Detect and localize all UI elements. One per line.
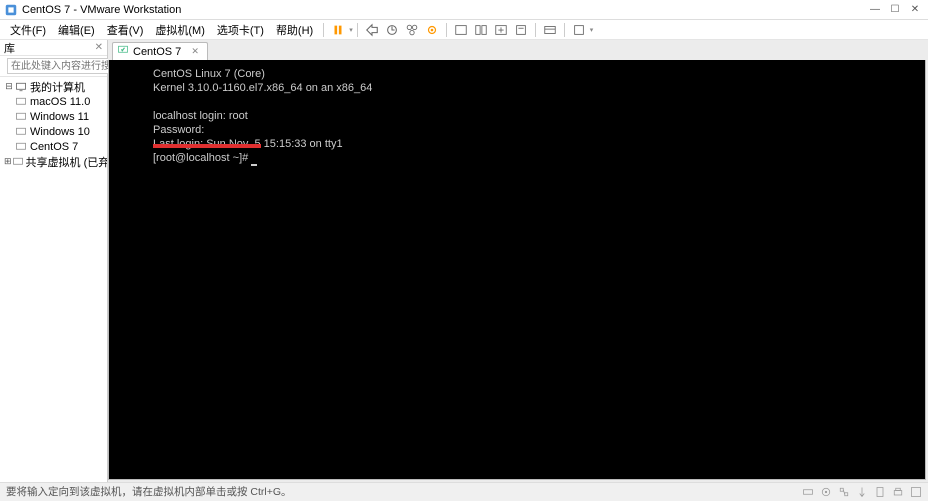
vm-icon	[14, 141, 28, 153]
menu-tabs[interactable]: 选项卡(T)	[211, 22, 270, 38]
separator	[446, 23, 447, 37]
vm-running-icon	[117, 44, 129, 59]
tab-label: CentOS 7	[133, 46, 181, 58]
separator	[357, 23, 358, 37]
tree-label: 我的计算机	[30, 79, 85, 95]
tree-root-mycomputer[interactable]: ⊟ 我的计算机	[2, 79, 105, 94]
sidebar-title: 库	[4, 40, 15, 56]
tree-label: CentOS 7	[30, 141, 78, 153]
window-title: CentOS 7 - VMware Workstation	[22, 4, 866, 16]
tree-label: macOS 11.0	[30, 96, 90, 108]
tree-item-macos[interactable]: macOS 11.0	[2, 94, 105, 109]
sound-icon[interactable]	[874, 486, 886, 498]
cd-icon[interactable]	[820, 486, 832, 498]
usb-status-icon[interactable]	[856, 486, 868, 498]
separator	[323, 23, 324, 37]
vm-icon	[14, 126, 28, 138]
close-button[interactable]: ✕	[906, 3, 924, 17]
menu-file[interactable]: 文件(F)	[4, 22, 52, 38]
menu-vm[interactable]: 虚拟机(M)	[149, 22, 211, 38]
fullscreen-button[interactable]	[451, 21, 471, 39]
status-text: 要将输入定向到该虚拟机，请在虚拟机内部单击或按 Ctrl+G。	[6, 484, 802, 499]
send-button[interactable]	[362, 21, 382, 39]
computer-icon	[14, 81, 28, 93]
snapshot-button[interactable]	[382, 21, 402, 39]
usb-button[interactable]	[422, 21, 442, 39]
unity-button[interactable]	[471, 21, 491, 39]
printer-icon[interactable]	[892, 486, 904, 498]
vm-icon	[14, 111, 28, 123]
menu-view[interactable]: 查看(V)	[101, 22, 150, 38]
view-mode-button[interactable]	[540, 21, 560, 39]
tab-close-button[interactable]: ✕	[191, 46, 199, 57]
app-icon	[4, 3, 18, 17]
minimize-button[interactable]: —	[866, 3, 884, 17]
chevron-down-icon[interactable]: ▾	[349, 26, 353, 34]
maximize-button[interactable]: ☐	[886, 3, 904, 17]
collapse-icon[interactable]: ⊟	[4, 81, 14, 92]
chevron-down-icon[interactable]: ▾	[590, 26, 594, 34]
power-pause-button[interactable]	[328, 21, 348, 39]
console-output: CentOS Linux 7 (Core) Kernel 3.10.0-1160…	[109, 60, 925, 166]
tree-item-win10[interactable]: Windows 10	[2, 124, 105, 139]
expand-icon[interactable]: ⊞	[4, 156, 12, 167]
tree-label: 共享虚拟机 (已弃用)	[26, 154, 107, 170]
snapshot-manager-button[interactable]	[402, 21, 422, 39]
network-icon[interactable]	[838, 486, 850, 498]
expand-status-icon[interactable]	[910, 486, 922, 498]
tree-label: Windows 11	[30, 111, 89, 123]
status-icons	[802, 486, 922, 498]
menu-edit[interactable]: 编辑(E)	[52, 22, 101, 38]
separator	[564, 23, 565, 37]
cursor	[251, 164, 257, 166]
exclusive-button[interactable]	[511, 21, 531, 39]
vm-icon	[14, 96, 28, 108]
settings-button[interactable]	[569, 21, 589, 39]
disk-icon[interactable]	[802, 486, 814, 498]
stretch-button[interactable]	[491, 21, 511, 39]
tree-item-win11[interactable]: Windows 11	[2, 109, 105, 124]
highlight-underline	[153, 144, 261, 148]
sidebar-close-button[interactable]: ✕	[95, 42, 103, 53]
menu-help[interactable]: 帮助(H)	[270, 22, 319, 38]
tree-shared-vms[interactable]: ⊞ 共享虚拟机 (已弃用)	[2, 154, 105, 169]
vm-console[interactable]: CentOS Linux 7 (Core) Kernel 3.10.0-1160…	[108, 60, 926, 480]
separator	[535, 23, 536, 37]
shared-icon	[12, 156, 24, 168]
tree-item-centos7[interactable]: CentOS 7	[2, 139, 105, 154]
sidebar: 库 ✕ ▾ ⊟ 我的计算机 macOS 11.0	[0, 40, 108, 482]
tree-label: Windows 10	[30, 126, 90, 138]
vm-tab-centos7[interactable]: CentOS 7 ✕	[112, 42, 208, 60]
